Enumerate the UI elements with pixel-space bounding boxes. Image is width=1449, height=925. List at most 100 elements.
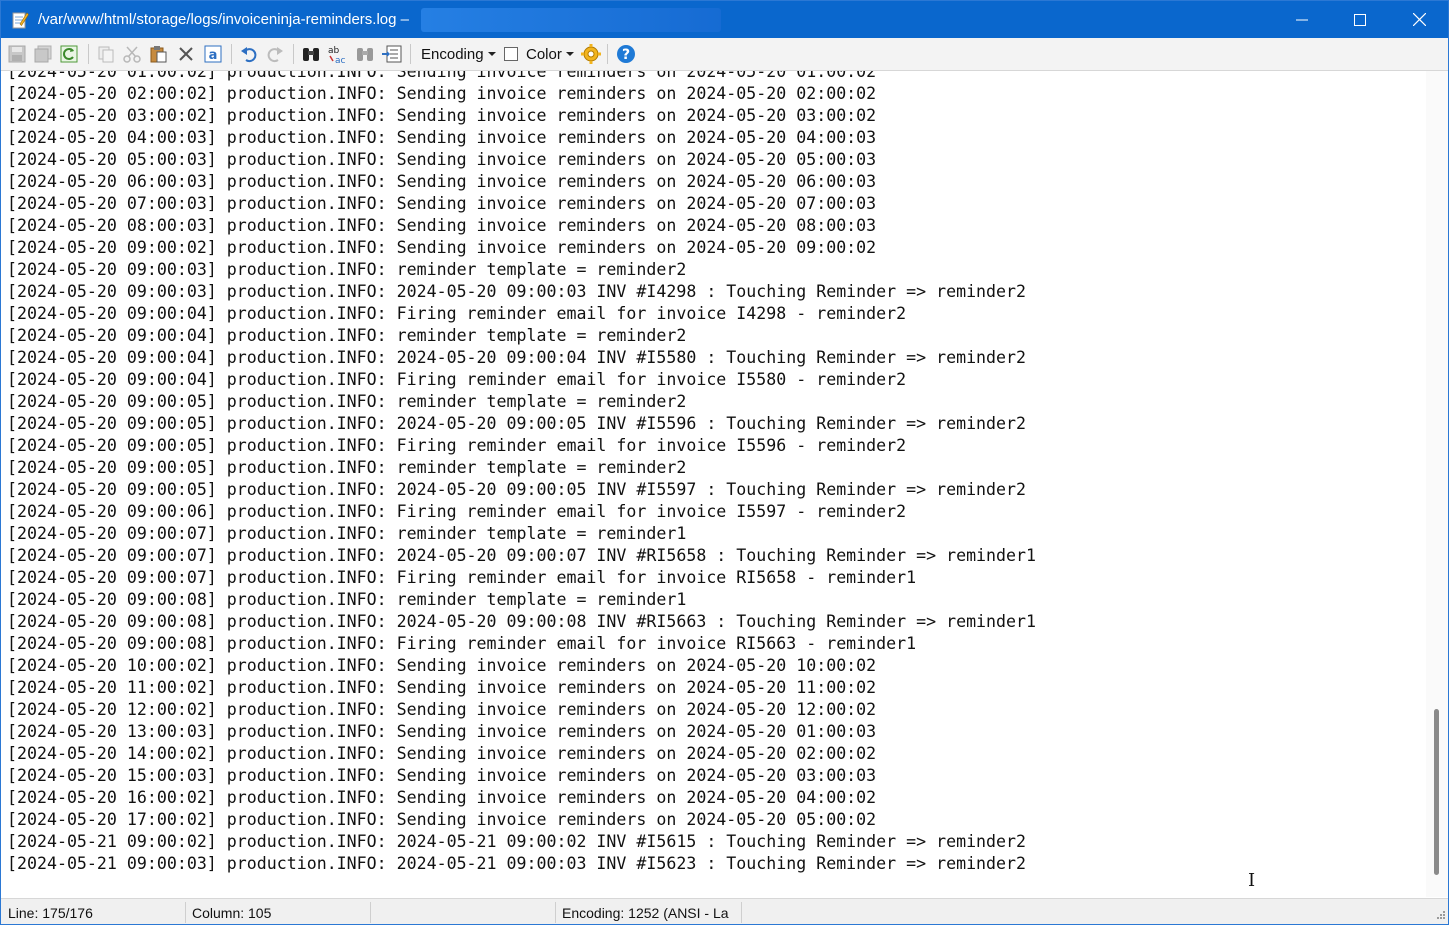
minimize-button[interactable] [1273,1,1331,38]
toolbar-separator [607,44,608,64]
log-content[interactable]: [2024-05-20 01:00:02] production.INFO: S… [7,71,1036,875]
log-line: [2024-05-20 09:00:08] production.INFO: F… [7,634,917,653]
color-checkbox[interactable] [504,47,518,61]
find-next-icon [357,48,373,61]
color-menu[interactable]: Color [526,46,574,63]
chevron-down-icon [487,52,496,57]
close-button[interactable] [1390,1,1448,38]
window-title: /var/www/html/storage/logs/invoiceninja-… [38,11,409,28]
text-editor[interactable]: [2024-05-20 01:00:02] production.INFO: S… [1,71,1426,897]
log-line: [2024-05-20 09:00:02] production.INFO: S… [7,238,877,257]
status-separator [370,902,371,923]
color-label: Color [526,46,562,63]
log-line: [2024-05-20 09:00:03] production.INFO: r… [7,260,687,279]
goto-button[interactable] [381,43,403,65]
reload-button[interactable] [58,43,80,65]
save-icon [8,45,26,63]
status-column: Column: 105 [192,905,272,921]
status-separator [185,902,186,923]
svg-text:?: ? [622,47,630,63]
save-as-icon [34,45,52,63]
log-line: [2024-05-20 09:00:05] production.INFO: 2… [7,414,1027,433]
encoding-menu[interactable]: Encoding [421,46,496,63]
help-icon: ? [617,45,635,63]
copy-icon [98,46,114,63]
minimize-icon [1296,19,1308,20]
goto-icon [382,45,402,63]
resize-grip-icon[interactable] [1435,911,1446,922]
help-button[interactable]: ? [615,43,637,65]
svg-text:a: a [209,48,218,63]
vertical-scrollbar[interactable] [1426,71,1448,897]
log-line: [2024-05-20 15:00:03] production.INFO: S… [7,766,877,785]
chevron-down-icon [565,52,574,57]
log-line: [2024-05-20 08:00:03] production.INFO: S… [7,216,877,235]
save-button[interactable] [6,43,28,65]
log-line: [2024-05-20 09:00:07] production.INFO: F… [7,568,917,587]
title-bar[interactable]: /var/www/html/storage/logs/invoiceninja-… [1,1,1448,38]
cut-icon [123,46,141,63]
log-line: [2024-05-20 17:00:02] production.INFO: S… [7,810,877,829]
status-separator [555,902,556,923]
delete-button[interactable] [175,43,197,65]
log-line: [2024-05-20 04:00:03] production.INFO: S… [7,128,877,147]
log-line: [2024-05-20 09:00:05] production.INFO: F… [7,436,907,455]
log-line: [2024-05-20 02:00:02] production.INFO: S… [7,84,877,103]
toolbar-separator [410,44,411,64]
encoding-label: Encoding [421,46,484,63]
log-line: [2024-05-20 01:00:02] production.INFO: S… [7,71,877,81]
undo-button[interactable] [238,43,260,65]
log-line: [2024-05-20 09:00:06] production.INFO: F… [7,502,907,521]
log-line: [2024-05-20 05:00:03] production.INFO: S… [7,150,877,169]
title-redaction [421,8,721,32]
log-line: [2024-05-20 16:00:02] production.INFO: S… [7,788,877,807]
status-encoding: Encoding: 1252 (ANSI - La [562,905,729,921]
log-line: [2024-05-20 13:00:03] production.INFO: S… [7,722,877,741]
replace-icon: abac [328,46,346,64]
log-line: [2024-05-20 09:00:04] production.INFO: 2… [7,348,1027,367]
notepad-icon [12,12,29,29]
find-button[interactable] [300,43,322,65]
copy-button[interactable] [95,43,117,65]
maximize-button[interactable] [1331,1,1389,38]
save-as-button[interactable] [32,43,54,65]
mouse-ibeam-cursor: I [1248,870,1256,891]
status-separator [741,902,742,923]
reload-icon [60,45,78,63]
settings-icon [581,44,601,64]
log-line: [2024-05-20 09:00:05] production.INFO: 2… [7,480,1027,499]
scrollbar-thumb[interactable] [1434,709,1439,875]
log-line: [2024-05-20 09:00:08] production.INFO: 2… [7,612,1036,631]
settings-button[interactable] [580,43,602,65]
paste-icon [150,46,167,63]
delete-icon [179,47,193,61]
log-line: [2024-05-20 09:00:07] production.INFO: r… [7,524,687,543]
toolbar-separator [293,44,294,64]
svg-text:ac: ac [335,56,346,64]
log-line: [2024-05-20 09:00:07] production.INFO: 2… [7,546,1036,565]
select-all-button[interactable]: a [202,43,224,65]
log-line: [2024-05-20 10:00:02] production.INFO: S… [7,656,877,675]
select-all-icon: a [204,45,222,63]
log-line: [2024-05-21 09:00:02] production.INFO: 2… [7,832,1027,851]
maximize-icon [1354,13,1366,26]
log-line: [2024-05-21 09:00:03] production.INFO: 2… [7,854,1027,873]
redo-button[interactable] [264,43,286,65]
undo-icon [241,47,257,63]
status-line: Line: 175/176 [8,905,93,921]
replace-button[interactable]: ab ac [327,43,349,65]
log-line: [2024-05-20 11:00:02] production.INFO: S… [7,678,877,697]
log-line: [2024-05-20 09:00:03] production.INFO: 2… [7,282,1027,301]
find-next-button[interactable] [354,43,376,65]
editor-window: /var/www/html/storage/logs/invoiceninja-… [0,0,1449,925]
paste-button[interactable] [147,43,169,65]
cut-button[interactable] [121,43,143,65]
log-line: [2024-05-20 09:00:05] production.INFO: r… [7,458,687,477]
log-line: [2024-05-20 06:00:03] production.INFO: S… [7,172,877,191]
toolbar-separator [231,44,232,64]
log-line: [2024-05-20 09:00:04] production.INFO: F… [7,370,907,389]
log-line: [2024-05-20 09:00:04] production.INFO: r… [7,326,687,345]
log-line: [2024-05-20 09:00:05] production.INFO: r… [7,392,687,411]
close-icon [1412,13,1426,26]
log-line: [2024-05-20 03:00:02] production.INFO: S… [7,106,877,125]
